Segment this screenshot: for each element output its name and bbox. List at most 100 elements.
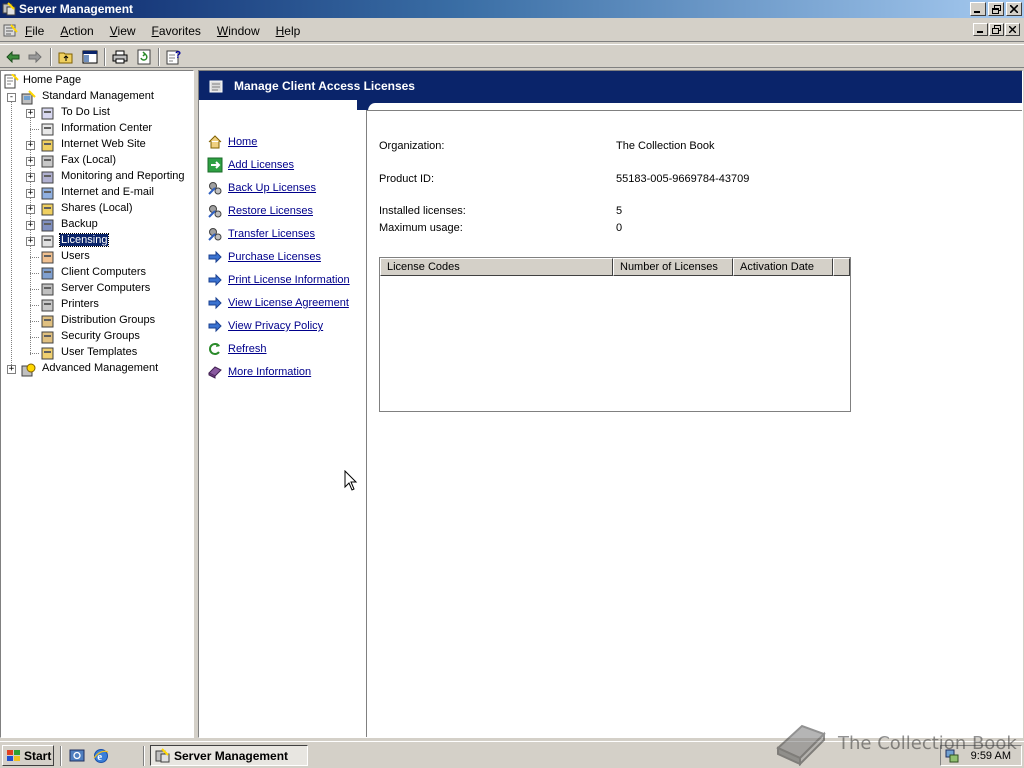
- menu-view[interactable]: View: [110, 24, 136, 38]
- restore-icon: [991, 4, 1001, 14]
- show-desktop-icon[interactable]: [68, 747, 86, 765]
- installed-licenses-value: 5: [616, 205, 623, 217]
- tree-item-user-templates[interactable]: User Templates: [26, 345, 191, 361]
- menu-help[interactable]: Help: [276, 24, 301, 38]
- expand-icon[interactable]: +: [26, 237, 35, 246]
- tree-item-server-computers[interactable]: Server Computers: [26, 281, 191, 297]
- tree-item-advanced-management[interactable]: + Advanced Management: [7, 361, 187, 377]
- internet-explorer-icon[interactable]: e: [92, 747, 110, 765]
- tree-item-label: Shares (Local): [61, 202, 133, 214]
- tree-item-distribution-groups[interactable]: Distribution Groups: [26, 313, 191, 329]
- server-management-app-icon: [155, 748, 170, 763]
- taskpad-title-icon: [209, 80, 223, 93]
- tree-item-backup[interactable]: + Backup: [26, 217, 191, 233]
- information-center-icon: [41, 123, 54, 136]
- tree-item-licensing[interactable]: + Licensing: [26, 233, 191, 249]
- tree-item-label: Home Page: [23, 74, 82, 86]
- expand-icon[interactable]: +: [26, 189, 35, 198]
- refresh-button[interactable]: [135, 48, 153, 66]
- child-close-button[interactable]: [1005, 23, 1020, 36]
- task-link-label[interactable]: Back Up Licenses: [228, 182, 316, 194]
- tree-item-label: Standard Management: [42, 90, 154, 102]
- task-link-label[interactable]: More Information: [228, 366, 311, 378]
- column-header-license-codes[interactable]: License Codes: [380, 258, 613, 276]
- security-groups-icon: [41, 331, 54, 344]
- minimize-icon: [974, 11, 980, 13]
- organization-label: Organization:: [379, 140, 445, 152]
- expand-icon[interactable]: +: [26, 221, 35, 230]
- collapse-icon[interactable]: -: [7, 93, 16, 102]
- tree-item-client-computers[interactable]: Client Computers: [26, 265, 191, 281]
- window-title: Server Management: [19, 2, 134, 16]
- start-button[interactable]: Start: [2, 745, 54, 766]
- arrow-right-icon: [208, 273, 222, 287]
- to-do-list-icon: [41, 107, 54, 120]
- tree-item-printers[interactable]: Printers: [26, 297, 191, 313]
- forward-button[interactable]: [26, 48, 44, 66]
- task-link-label[interactable]: Refresh: [228, 343, 267, 355]
- task-link-label[interactable]: Restore Licenses: [228, 205, 313, 217]
- tree-item-information-center[interactable]: Information Center: [26, 121, 191, 137]
- back-button[interactable]: [4, 48, 22, 66]
- menu-action[interactable]: Action: [60, 24, 93, 38]
- task-link-label[interactable]: View Privacy Policy: [228, 320, 323, 332]
- print-button[interactable]: [111, 48, 129, 66]
- expand-icon[interactable]: +: [26, 205, 35, 214]
- add-icon: [207, 157, 223, 173]
- close-button[interactable]: [1006, 2, 1022, 16]
- tree-item-label: Monitoring and Reporting: [61, 170, 185, 182]
- tree-item-internet-web-site[interactable]: + Internet Web Site: [26, 137, 191, 153]
- task-link-label[interactable]: Transfer Licenses: [228, 228, 315, 240]
- expand-icon[interactable]: +: [26, 173, 35, 182]
- document-system-menu-icon[interactable]: [3, 24, 18, 38]
- refresh-icon: [137, 49, 151, 65]
- tree-item-label: Licensing: [58, 233, 110, 247]
- menu-file[interactable]: File: [25, 24, 44, 38]
- menu-window[interactable]: Window: [217, 24, 260, 38]
- column-header-filler: [833, 258, 850, 276]
- column-header-activation-date[interactable]: Activation Date: [733, 258, 833, 276]
- minimize-button[interactable]: [970, 2, 986, 16]
- tree-item-standard-management[interactable]: - Standard Management: [7, 89, 187, 105]
- help-topics-button[interactable]: ?: [165, 48, 183, 66]
- restore-icon: [208, 205, 222, 218]
- menu-favorites[interactable]: Favorites: [152, 24, 201, 38]
- fax-icon: [41, 155, 54, 168]
- task-link-label[interactable]: Purchase Licenses: [228, 251, 321, 263]
- tree-item-label: Printers: [61, 298, 99, 310]
- tree-item-label: Backup: [61, 218, 98, 230]
- license-codes-table[interactable]: License Codes Number of Licenses Activat…: [379, 257, 851, 412]
- svg-text:?: ?: [175, 50, 181, 61]
- task-link-label[interactable]: Add Licenses: [228, 159, 294, 171]
- tree-item-monitoring-and-reporting[interactable]: + Monitoring and Reporting: [26, 169, 191, 185]
- expand-icon[interactable]: +: [26, 109, 35, 118]
- expand-icon[interactable]: +: [26, 141, 35, 150]
- maximum-usage-label: Maximum usage:: [379, 222, 463, 234]
- child-restore-button[interactable]: [989, 23, 1004, 36]
- title-bar[interactable]: Server Management: [0, 0, 1024, 18]
- tree-item-to-do-list[interactable]: + To Do List: [26, 105, 191, 121]
- tree-item-label: Internet Web Site: [61, 138, 146, 150]
- task-link-label[interactable]: View License Agreement: [228, 297, 349, 309]
- column-header-number-of-licenses[interactable]: Number of Licenses: [613, 258, 733, 276]
- tree-item-fax-local[interactable]: + Fax (Local): [26, 153, 191, 169]
- child-minimize-button[interactable]: [973, 23, 988, 36]
- tree-item-internet-and-e-mail[interactable]: + Internet and E-mail: [26, 185, 191, 201]
- advanced-management-icon: [21, 363, 36, 377]
- show-hide-tree-button[interactable]: [81, 48, 99, 66]
- backup-icon: [208, 182, 222, 195]
- task-link-label[interactable]: Home: [228, 136, 257, 148]
- taskbar-server-management[interactable]: Server Management: [150, 745, 308, 766]
- restore-button[interactable]: [988, 2, 1004, 16]
- tree-item-users[interactable]: Users: [26, 249, 191, 265]
- task-link-label[interactable]: Print License Information: [228, 274, 350, 286]
- tree-item-label: Server Computers: [61, 282, 151, 294]
- console-tree[interactable]: Home Page - Standard Management + To Do L…: [0, 70, 194, 738]
- expand-icon[interactable]: +: [26, 157, 35, 166]
- expand-icon[interactable]: +: [7, 365, 16, 374]
- organization-value: The Collection Book: [616, 140, 715, 152]
- tree-item-security-groups[interactable]: Security Groups: [26, 329, 191, 345]
- print-icon: [112, 50, 128, 64]
- tree-item-shares-local[interactable]: + Shares (Local): [26, 201, 191, 217]
- up-one-level-button[interactable]: [57, 48, 75, 66]
